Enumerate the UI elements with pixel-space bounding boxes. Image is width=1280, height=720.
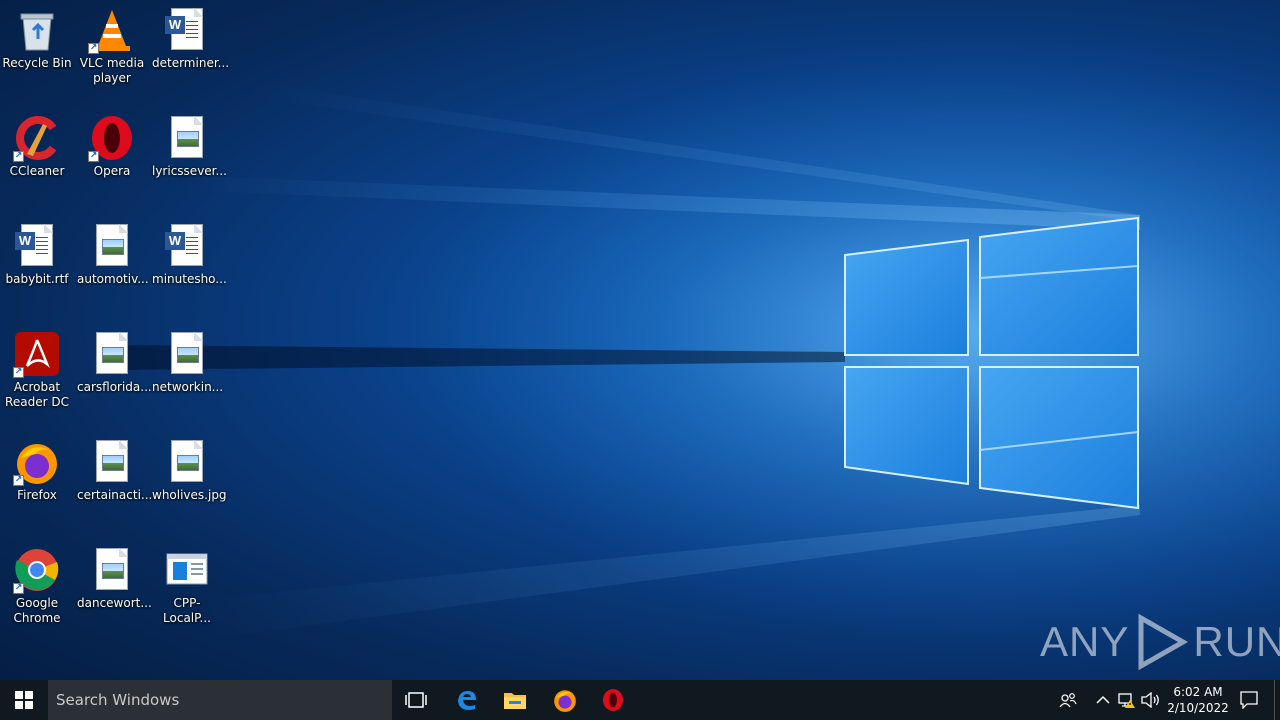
action-center-button[interactable] — [1234, 680, 1264, 720]
firefox-taskbar-button[interactable] — [541, 680, 589, 720]
desktop-icon-label: networkin... — [152, 380, 224, 394]
shortcut-arrow-icon: ↗ — [88, 43, 99, 54]
shortcut-arrow-icon: ↗ — [13, 583, 24, 594]
desktop-icon-label: Google Chrome — [13, 596, 61, 625]
image-file-icon — [88, 222, 136, 270]
opera-icon: ↗ — [88, 114, 136, 162]
desktop-icon-lyricssever[interactable]: lyricssever... — [150, 108, 227, 179]
word-document-icon: W — [163, 222, 211, 270]
image-file-icon — [163, 438, 211, 486]
clock-date: 2/10/2022 — [1167, 701, 1229, 715]
desktop-icon-cpp-localp[interactable]: CPP-LocalP... — [150, 540, 224, 626]
desktop-icon-label: Acrobat Reader DC — [5, 380, 69, 409]
ccleaner-icon: ↗ — [13, 114, 61, 162]
task-view-button[interactable] — [392, 680, 440, 720]
desktop-icon-label: wholives.jpg — [152, 488, 227, 502]
chrome-icon: ↗ — [13, 546, 61, 594]
firefox-icon — [554, 690, 576, 712]
desktop-icon-label: carsflorida... — [77, 380, 152, 394]
shortcut-arrow-icon: ↗ — [13, 367, 24, 378]
image-file-icon — [88, 438, 136, 486]
acrobat-icon: ↗ — [13, 330, 61, 378]
show-desktop-button[interactable] — [1274, 680, 1280, 720]
shortcut-arrow-icon: ↗ — [88, 151, 99, 162]
image-file-icon — [88, 546, 136, 594]
network-warning-icon — [1118, 693, 1135, 708]
clock-button[interactable]: 6:02 AM 2/10/2022 — [1162, 680, 1234, 720]
desktop-icon-vlc[interactable]: ↗ VLC media player — [75, 0, 149, 86]
word-document-icon: W — [163, 6, 211, 54]
people-icon — [1059, 693, 1077, 708]
speaker-icon — [1141, 692, 1159, 708]
desktop-icon-label: Opera — [93, 164, 131, 178]
opera-icon — [603, 689, 623, 711]
recycle-bin-icon — [13, 6, 61, 54]
start-button[interactable] — [0, 680, 48, 720]
desktop-icon-automotiv[interactable]: automotiv... — [75, 216, 149, 287]
clock-time: 6:02 AM — [1173, 685, 1223, 699]
vlc-icon: ↗ — [88, 6, 136, 54]
desktop-icon-label: determiner... — [152, 56, 230, 70]
desktop-icon-label: Recycle Bin — [2, 56, 72, 70]
desktop-icon-acrobat[interactable]: ↗ Acrobat Reader DC — [0, 324, 74, 410]
volume-button[interactable] — [1140, 680, 1162, 720]
task-view-icon — [405, 692, 427, 708]
desktop-icon-ccleaner[interactable]: ↗ CCleaner — [0, 108, 74, 179]
image-file-icon — [163, 330, 211, 378]
windows-logo-icon — [15, 691, 33, 709]
desktop-icon-label: dancewort... — [77, 596, 152, 610]
people-button[interactable] — [1056, 680, 1080, 720]
search-placeholder: Search Windows — [56, 691, 180, 709]
app-window-icon — [163, 546, 211, 594]
word-document-icon: W — [13, 222, 61, 270]
shortcut-arrow-icon: ↗ — [13, 151, 24, 162]
watermark-left-text: ANY — [1040, 618, 1130, 665]
watermark-right-text: RUN — [1193, 618, 1280, 665]
shortcut-arrow-icon: ↗ — [13, 475, 24, 486]
desktop-icon-label: lyricssever... — [152, 164, 227, 178]
desktop-icon-opera[interactable]: ↗ Opera — [75, 108, 149, 179]
edge-icon — [458, 691, 476, 710]
desktop-icon-label: VLC media player — [79, 56, 145, 85]
notification-icon — [1240, 691, 1258, 709]
opera-taskbar-button[interactable] — [589, 680, 637, 720]
desktop-icon-label: CPP-LocalP... — [163, 596, 211, 625]
search-input[interactable]: Search Windows — [48, 680, 392, 720]
image-file-icon — [163, 114, 211, 162]
desktop-icon-babybit[interactable]: W babybit.rtf — [0, 216, 74, 287]
desktop-icon-label: babybit.rtf — [5, 272, 69, 286]
play-triangle-icon — [1138, 613, 1189, 671]
desktop-icon-chrome[interactable]: ↗ Google Chrome — [0, 540, 74, 626]
chevron-up-icon — [1096, 695, 1110, 704]
file-explorer-icon — [504, 693, 526, 709]
desktop-icon-certainacti[interactable]: certainacti... — [75, 432, 153, 503]
desktop-icon-label: CCleaner — [9, 164, 65, 178]
taskbar: Search Windows 6:02 AM 2/10/2022 — [0, 680, 1280, 720]
desktop-icon-dancewort[interactable]: dancewort... — [75, 540, 152, 611]
image-file-icon — [88, 330, 136, 378]
desktop-icon-label: automotiv... — [77, 272, 149, 286]
desktop-icon-wholives[interactable]: wholives.jpg — [150, 432, 227, 503]
desktop-icon-label: certainacti... — [77, 488, 153, 502]
desktop-icon-firefox[interactable]: ↗ Firefox — [0, 432, 74, 503]
desktop-icon-recycle-bin[interactable]: Recycle Bin — [0, 0, 74, 71]
desktop-icon-minutesho[interactable]: W minutesho... — [150, 216, 227, 287]
desktop-icon-label: minutesho... — [152, 272, 227, 286]
desktop-icon-carsflorida[interactable]: carsflorida... — [75, 324, 152, 395]
edge-taskbar-button[interactable] — [443, 680, 491, 720]
show-hidden-icons-button[interactable] — [1092, 680, 1114, 720]
desktop-icon-networkin[interactable]: networkin... — [150, 324, 224, 395]
file-explorer-taskbar-button[interactable] — [491, 680, 539, 720]
desktop-icon-label: Firefox — [17, 488, 57, 502]
network-button[interactable] — [1116, 680, 1138, 720]
firefox-icon: ↗ — [13, 438, 61, 486]
desktop-icon-determiner[interactable]: W determiner... — [150, 0, 230, 71]
anyrun-watermark: ANY RUN — [1040, 612, 1280, 672]
